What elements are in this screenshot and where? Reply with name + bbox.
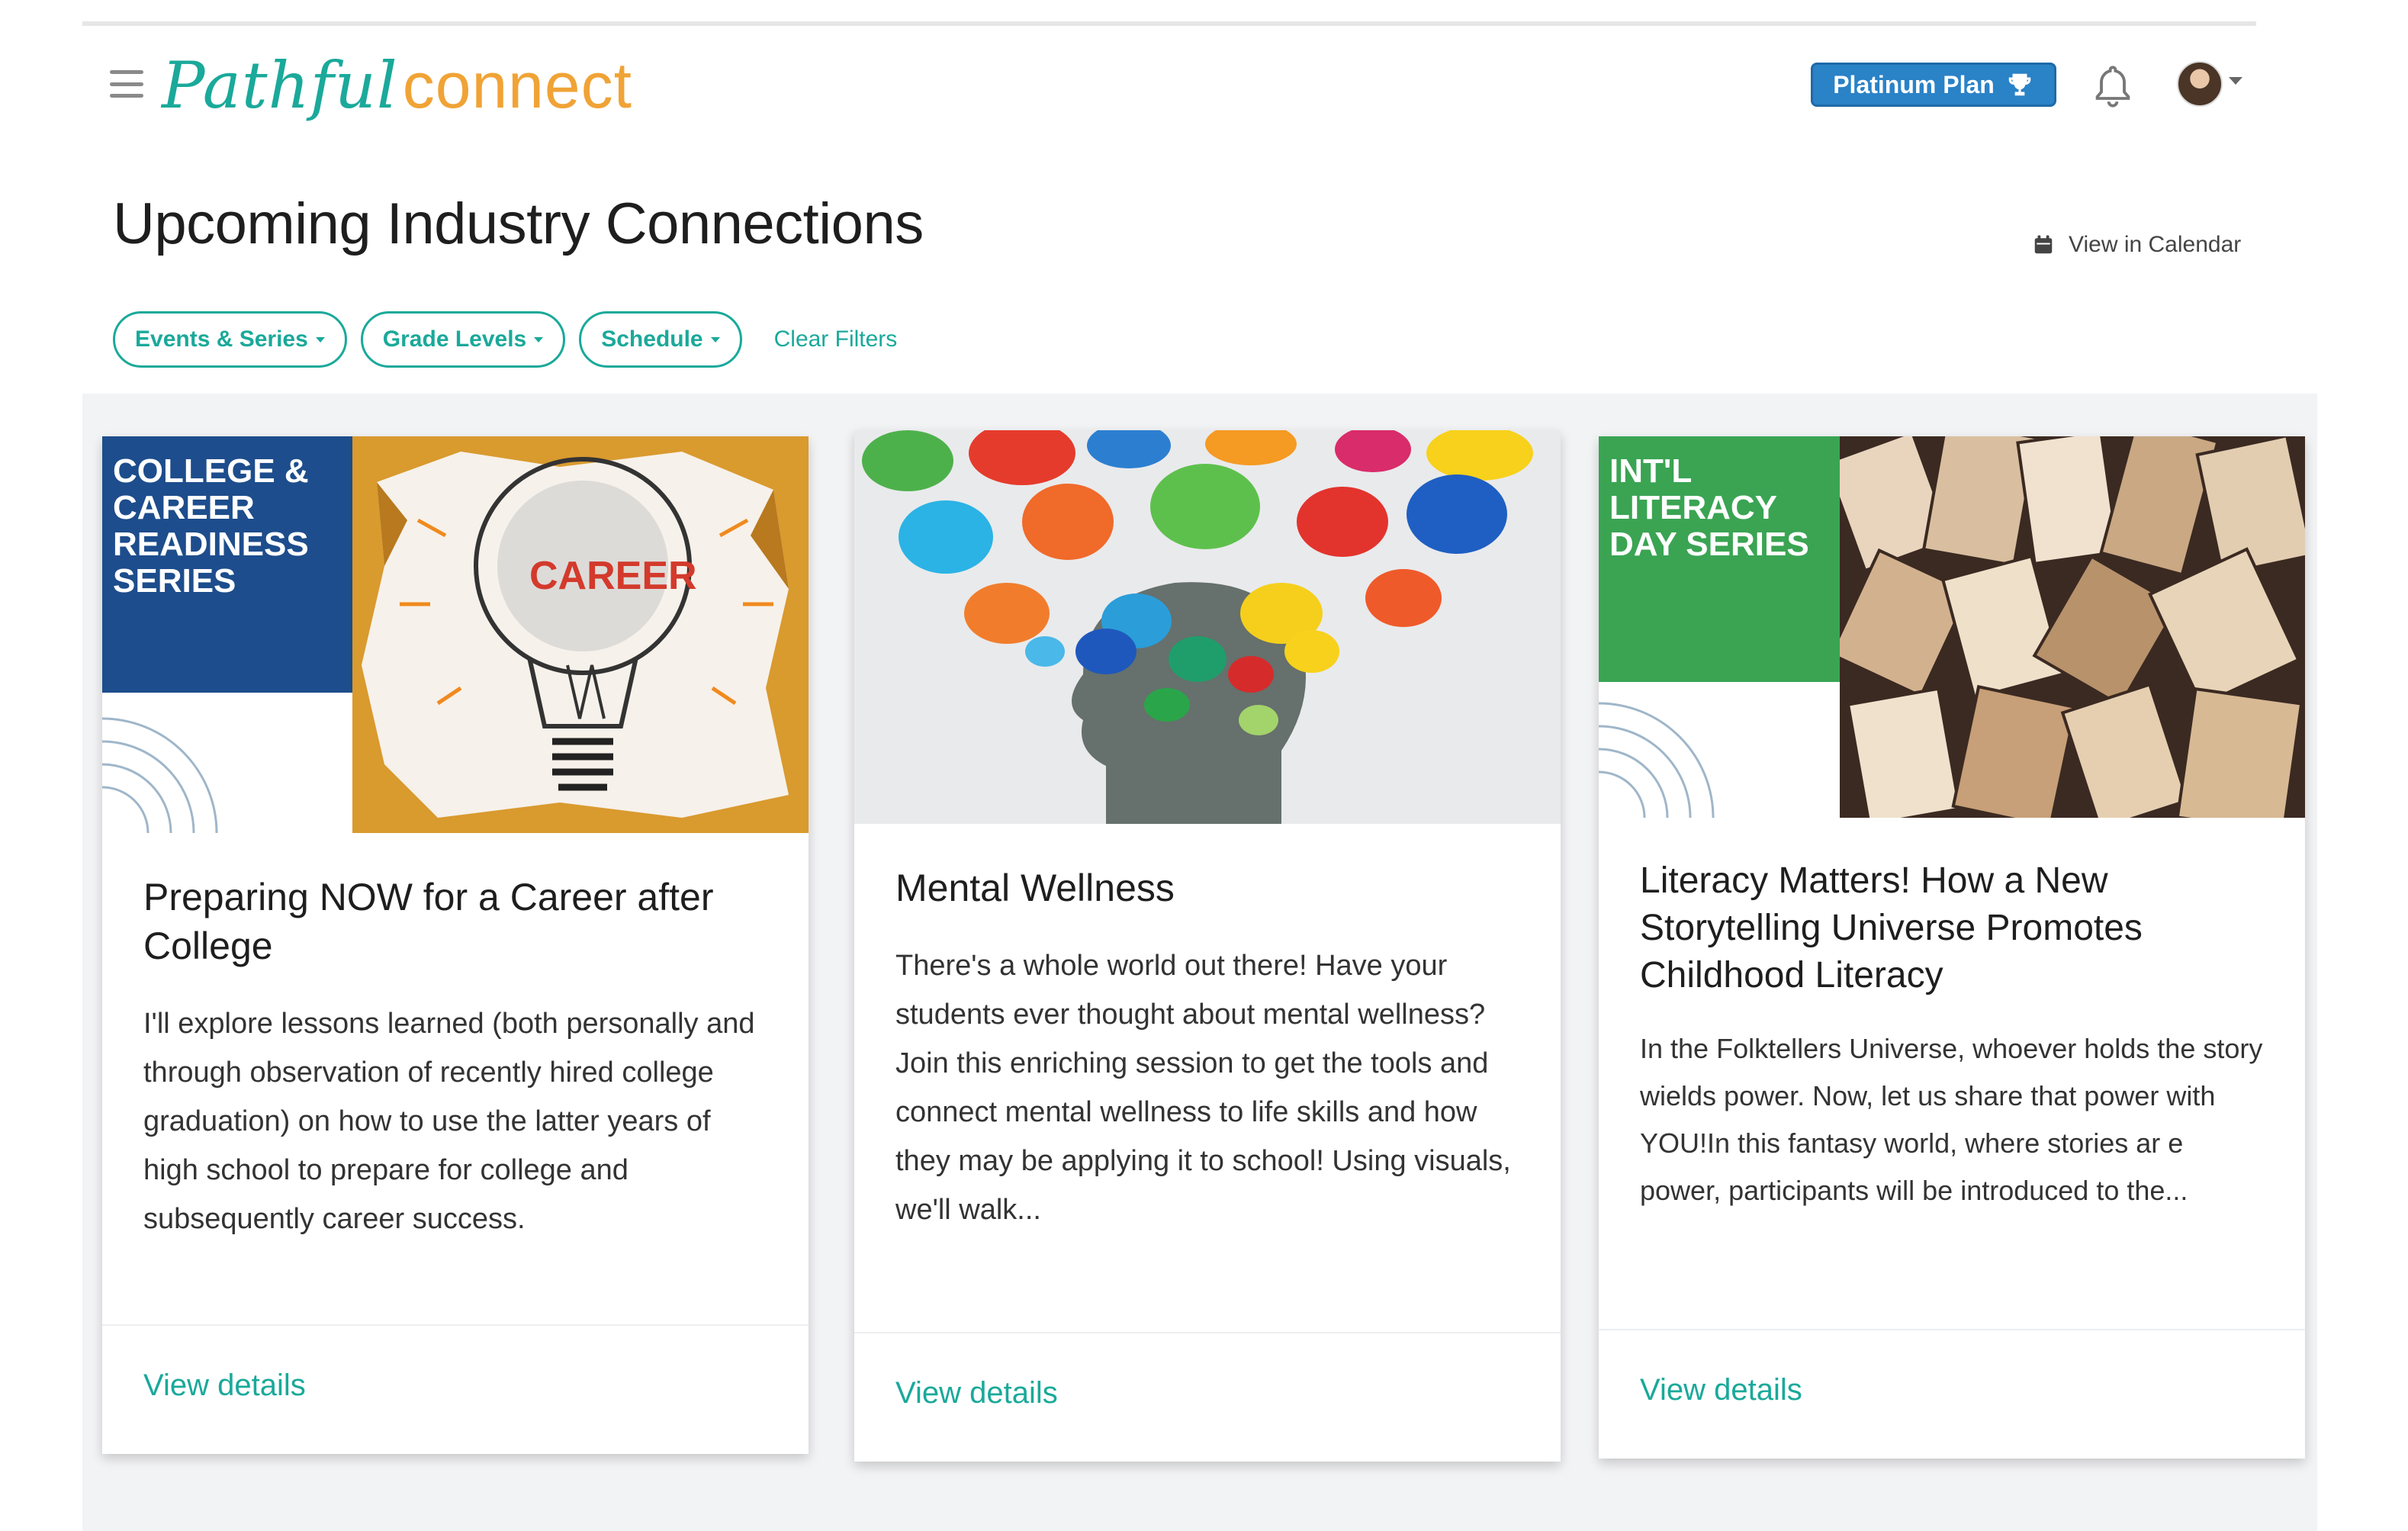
filter-label: Grade Levels <box>382 326 527 352</box>
card-body: Mental Wellness There's a whole world ou… <box>854 824 1561 1234</box>
filter-events-series[interactable]: Events & Series <box>113 311 347 368</box>
caret-down-icon <box>710 336 720 343</box>
career-word: CAREER <box>529 554 697 598</box>
filter-label: Events & Series <box>135 326 308 352</box>
plan-badge-label: Platinum Plan <box>1833 70 1995 98</box>
caret-down-icon <box>534 336 544 343</box>
view-details-link[interactable]: View details <box>143 1369 306 1402</box>
card-footer: View details <box>102 1324 809 1454</box>
card-image: INT'L LITERACY DAY SERIES <box>1599 436 2305 818</box>
calendar-icon <box>2034 235 2053 254</box>
card-description: In the Folktellers Universe, whoever hol… <box>1640 1033 2263 1206</box>
page-frame: Pathfulconnect Platinum Plan Upcoming In… <box>82 21 2317 1531</box>
card-title: Literacy Matters! How a New Storytelling… <box>1640 860 2143 995</box>
card-title: Preparing NOW for a Career after College <box>143 876 714 967</box>
card-footer: View details <box>1599 1329 2305 1459</box>
trophy-icon <box>2008 73 2031 96</box>
card-image <box>854 430 1561 824</box>
filter-grade-levels[interactable]: Grade Levels <box>360 311 566 368</box>
card-footer: View details <box>854 1332 1561 1462</box>
card-body: Literacy Matters! How a New Storytelling… <box>1599 818 2305 1214</box>
logo-part-1: Pathful <box>162 48 398 123</box>
card-title: Mental Wellness <box>895 867 1175 909</box>
filter-label: Schedule <box>601 326 703 352</box>
event-card-career[interactable]: CAREER COLLEGE & CAREER READINESS SERIES… <box>102 436 809 1454</box>
plan-badge[interactable]: Platinum Plan <box>1811 63 2056 107</box>
card-image: CAREER COLLEGE & CAREER READINESS SERIES <box>102 436 809 833</box>
event-card-literacy[interactable]: INT'L LITERACY DAY SERIES Literacy Matte… <box>1599 436 2305 1459</box>
filter-schedule[interactable]: Schedule <box>579 311 742 368</box>
series-label: COLLEGE & CAREER READINESS SERIES <box>102 436 352 693</box>
view-in-calendar-link[interactable]: View in Calendar <box>2032 232 2241 258</box>
page-title: Upcoming Industry Connections <box>113 191 924 256</box>
top-divider <box>82 21 2256 26</box>
user-menu[interactable] <box>2177 61 2242 107</box>
clear-filters-link[interactable]: Clear Filters <box>774 326 898 352</box>
chevron-down-icon <box>2229 77 2242 85</box>
hamburger-menu-icon[interactable] <box>110 70 143 98</box>
card-description: There's a whole world out there! Have yo… <box>895 950 1511 1226</box>
card-grid: CAREER COLLEGE & CAREER READINESS SERIES… <box>82 394 2317 1531</box>
view-details-link[interactable]: View details <box>895 1376 1058 1410</box>
view-in-calendar-label: View in Calendar <box>2069 232 2242 257</box>
filter-bar: Events & Series Grade Levels Schedule Cl… <box>113 311 897 368</box>
crumpled-paper-head-image <box>854 430 1561 824</box>
card-body: Preparing NOW for a Career after College… <box>102 833 809 1243</box>
event-card-mental-wellness[interactable]: Mental Wellness There's a whole world ou… <box>854 430 1561 1462</box>
logo-part-2: connect <box>402 50 632 121</box>
bell-icon[interactable] <box>2093 64 2133 110</box>
caret-down-icon <box>315 336 325 343</box>
card-description: I'll explore lessons learned (both perso… <box>143 1008 755 1235</box>
avatar <box>2177 61 2223 107</box>
app-logo[interactable]: Pathfulconnect <box>162 47 632 124</box>
series-label: INT'L LITERACY DAY SERIES <box>1599 436 1840 682</box>
view-details-link[interactable]: View details <box>1640 1373 1802 1407</box>
